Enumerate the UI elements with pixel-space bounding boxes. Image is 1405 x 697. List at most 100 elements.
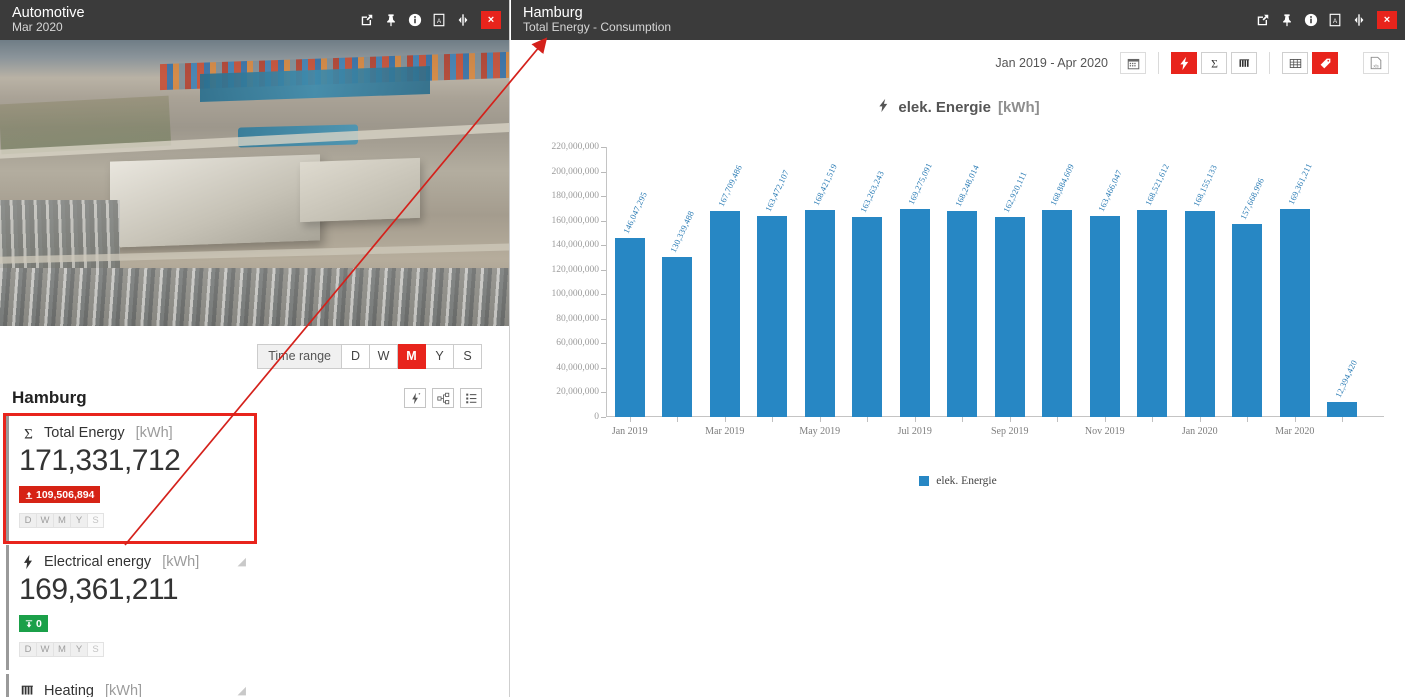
metric-button-electrical[interactable] <box>1171 52 1197 74</box>
y-axis-tick: 60,000,000 <box>556 338 606 348</box>
bar[interactable] <box>710 211 740 417</box>
bar-slot[interactable]: 167,709,486Mar 2019 <box>701 147 749 417</box>
bar[interactable] <box>947 211 977 417</box>
bar-slot[interactable]: 169,361,211Mar 2020 <box>1271 147 1319 417</box>
photo-main-building <box>110 154 320 247</box>
y-axis-tick: 120,000,000 <box>552 265 607 275</box>
kpi-header-total-energy: Σ Total Energy [kWh] <box>19 424 244 442</box>
kpi-period-d[interactable]: D <box>19 513 36 528</box>
kpi-period-y[interactable]: Y <box>70 642 87 657</box>
bar-slot[interactable]: 12,394,420 <box>1319 147 1367 417</box>
pdf-icon[interactable]: A <box>1327 13 1342 28</box>
kpi-period-w[interactable]: W <box>36 642 53 657</box>
bar[interactable] <box>900 209 930 417</box>
y-axis-tick: 140,000,000 <box>552 240 607 250</box>
kpi-period-m[interactable]: M <box>53 642 70 657</box>
calendar-icon[interactable] <box>1120 52 1146 74</box>
bar[interactable] <box>852 217 882 417</box>
expand-width-icon[interactable] <box>455 13 470 28</box>
bar-slot[interactable]: 168,884,609 <box>1034 147 1082 417</box>
expand-width-icon[interactable] <box>1351 13 1366 28</box>
right-close-button[interactable]: × <box>1377 11 1397 29</box>
bar[interactable] <box>995 217 1025 417</box>
x-axis-tick <box>630 417 631 422</box>
kpi-card-electrical-energy[interactable]: ◢ Electrical energy [kWh] 169,361,211 0 … <box>6 545 254 670</box>
bar-slot[interactable]: 146,047,295Jan 2019 <box>606 147 654 417</box>
y-axis-tick: 220,000,000 <box>552 142 607 152</box>
xls-export-icon[interactable]: xls <box>1363 52 1389 74</box>
list-details-icon[interactable] <box>460 388 482 408</box>
metric-button-heating[interactable] <box>1231 52 1257 74</box>
kpi-period-s[interactable]: S <box>87 642 104 657</box>
kpi-value-electrical-energy: 169,361,211 <box>19 573 244 607</box>
bar[interactable] <box>1090 216 1120 417</box>
energy-flow-icon[interactable] <box>404 388 426 408</box>
bar[interactable] <box>662 257 692 417</box>
external-link-icon[interactable] <box>359 13 374 28</box>
x-axis-tick <box>1057 417 1058 422</box>
kpi-period-m[interactable]: M <box>53 513 70 528</box>
bar[interactable] <box>1232 224 1262 418</box>
time-range-row: Time range D W M Y S <box>0 332 509 380</box>
kpi-period-w[interactable]: W <box>36 513 53 528</box>
metric-button-total[interactable]: Σ <box>1201 52 1227 74</box>
bar-slot[interactable]: 157,668,996 <box>1224 147 1272 417</box>
bar-value-label: 168,421,519 <box>811 163 839 208</box>
time-range-option-s[interactable]: S <box>454 344 482 369</box>
time-range-option-y[interactable]: Y <box>426 344 454 369</box>
bar-slot[interactable]: 163,472,107 <box>749 147 797 417</box>
kpi-card-total-energy[interactable]: Σ Total Energy [kWh] 171,331,712 109,506… <box>6 416 254 541</box>
bar-slot[interactable]: 168,421,519May 2019 <box>796 147 844 417</box>
external-link-icon[interactable] <box>1255 13 1270 28</box>
x-axis-tick <box>915 417 916 422</box>
pdf-icon[interactable]: A <box>431 13 446 28</box>
kpi-period-d[interactable]: D <box>19 642 36 657</box>
hierarchy-icon[interactable] <box>432 388 454 408</box>
right-window-icons: A × <box>1255 11 1399 29</box>
table-icon[interactable] <box>1282 52 1308 74</box>
bar-value-label: 162,920,111 <box>1001 170 1029 214</box>
expand-corner-icon[interactable]: ◢ <box>238 555 246 568</box>
bar[interactable] <box>1280 209 1310 417</box>
x-axis-label: Mar 2019 <box>705 426 744 437</box>
kpi-period-y[interactable]: Y <box>70 513 87 528</box>
bar-slot[interactable]: 168,521,612 <box>1129 147 1177 417</box>
bar-slot[interactable]: 163,466,047Nov 2019 <box>1081 147 1129 417</box>
photo-parking-lot-main <box>0 268 509 332</box>
bar-slot[interactable]: 168,248,014 <box>939 147 987 417</box>
time-range-option-w[interactable]: W <box>370 344 398 369</box>
bar[interactable] <box>1327 402 1357 417</box>
bar-slot[interactable]: 169,275,091Jul 2019 <box>891 147 939 417</box>
bar-slot[interactable]: 163,263,243 <box>844 147 892 417</box>
kpi-badge-total-energy: 109,506,894 <box>19 486 100 503</box>
svg-text:xls: xls <box>1373 63 1379 68</box>
bar-slot[interactable]: 168,155,133Jan 2020 <box>1176 147 1224 417</box>
kpi-card-heating[interactable]: ◢ Heating [kWh] 1,970,500 0 D W M <box>6 674 254 697</box>
kpi-title-total-energy: Total Energy <box>44 425 125 441</box>
y-axis-tick: 160,000,000 <box>552 216 607 226</box>
bar[interactable] <box>757 216 787 417</box>
left-window-titles: Automotive Mar 2020 <box>12 5 85 35</box>
expand-corner-icon[interactable]: ◢ <box>238 684 246 697</box>
bar[interactable] <box>1185 211 1215 417</box>
x-axis-tick <box>1247 417 1248 422</box>
x-axis-label: May 2019 <box>799 426 840 437</box>
time-range-option-m[interactable]: M <box>398 344 426 369</box>
bar[interactable] <box>1137 210 1167 417</box>
left-close-button[interactable]: × <box>481 11 501 29</box>
pin-icon[interactable] <box>383 13 398 28</box>
time-range-option-d[interactable]: D <box>342 344 370 369</box>
bar-slot[interactable]: 162,920,111Sep 2019 <box>986 147 1034 417</box>
info-icon[interactable] <box>1303 13 1318 28</box>
pin-icon[interactable] <box>1279 13 1294 28</box>
bar[interactable] <box>615 238 645 417</box>
radiator-icon <box>19 682 37 697</box>
kpi-period-s[interactable]: S <box>87 513 104 528</box>
arrow-up-icon <box>25 491 33 499</box>
tag-icon[interactable] <box>1312 52 1338 74</box>
bar[interactable] <box>1042 210 1072 417</box>
info-icon[interactable] <box>407 13 422 28</box>
bar-slot[interactable]: 130,339,488 <box>654 147 702 417</box>
bar-value-label: 146,047,295 <box>621 190 649 235</box>
bar[interactable] <box>805 210 835 417</box>
